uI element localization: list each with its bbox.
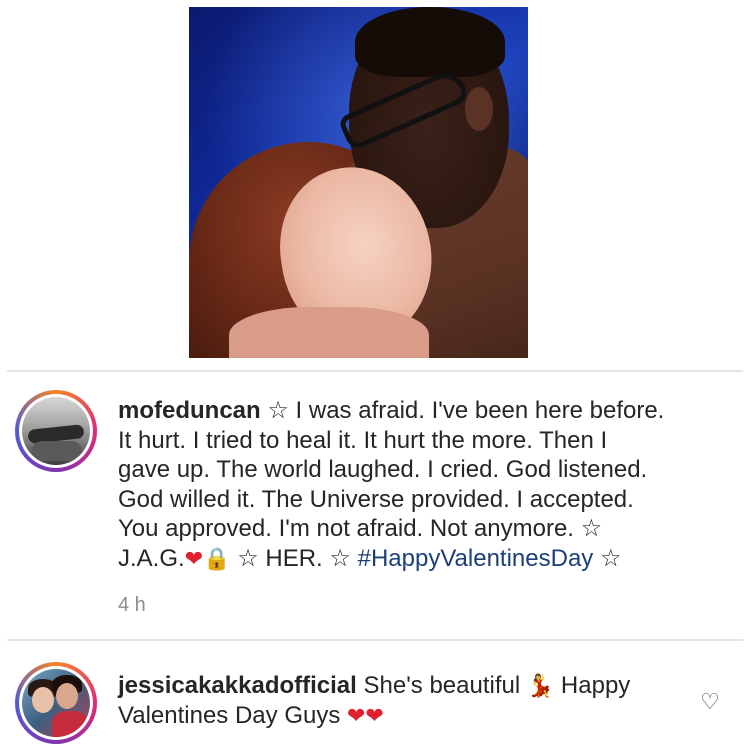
photo-ear (465, 87, 493, 131)
avatar-picture (22, 397, 90, 465)
caption-line-2: It hurt. I tried to heal it. It hurt the… (118, 426, 608, 454)
heart-outline-icon[interactable]: ♡ (698, 692, 722, 714)
dancer-emoji-icon: 💃 (526, 673, 555, 698)
avatar-shape (56, 683, 78, 709)
reply-comment: jessicakakkadofficial She's beautiful 💃 … (118, 671, 678, 730)
divider-top (7, 370, 743, 372)
avatar-shape (32, 441, 82, 461)
hashtag-link[interactable]: #HappyValentinesDay (358, 545, 594, 572)
caption-her: HER. (258, 544, 330, 572)
avatar-shape (32, 687, 54, 713)
reply-text-2: Happy (554, 672, 631, 699)
post-photo[interactable] (189, 7, 528, 358)
photo-woman-shirt (229, 307, 429, 358)
avatar-shape (52, 711, 88, 737)
reply-line-2: Valentines Day Guys (118, 701, 347, 729)
caption-line-1: I was afraid. I've been here before. (288, 397, 665, 424)
hearts-emoji-icon: ❤❤ (347, 702, 384, 728)
caption-line-4: God willed it. The Universe provided. I … (118, 485, 634, 513)
caption-avatar[interactable] (15, 390, 97, 472)
lock-emoji-icon: 🔒 (203, 545, 231, 571)
post-timestamp[interactable]: 4 h (118, 594, 146, 617)
star-icon: ☆ (329, 544, 351, 572)
divider-bottom (7, 639, 743, 641)
avatar-picture (22, 669, 90, 737)
star-icon: ☆ (267, 397, 289, 424)
heart-emoji-icon: ❤ (184, 545, 204, 571)
caption-line-3: gave up. The world laughed. I cried. God… (118, 456, 648, 483)
avatar-inner (19, 666, 93, 740)
caption-line-5: You approved. I'm not afraid. Not anymor… (118, 515, 574, 542)
avatar-inner (19, 394, 93, 468)
caption-line-6-prefix: J.A.G. (118, 544, 185, 572)
caption-username[interactable]: mofeduncan (118, 397, 261, 424)
post-caption: mofeduncan ☆ I was afraid. I've been her… (118, 396, 718, 573)
star-icon: ☆ (237, 544, 259, 572)
reply-avatar[interactable] (15, 662, 97, 744)
star-icon: ☆ (580, 515, 603, 542)
star-icon: ☆ (599, 544, 622, 572)
photo-man-hair (355, 7, 505, 77)
reply-text-1: She's beautiful (356, 672, 527, 699)
reply-username[interactable]: jessicakakkadofficial (118, 672, 357, 699)
